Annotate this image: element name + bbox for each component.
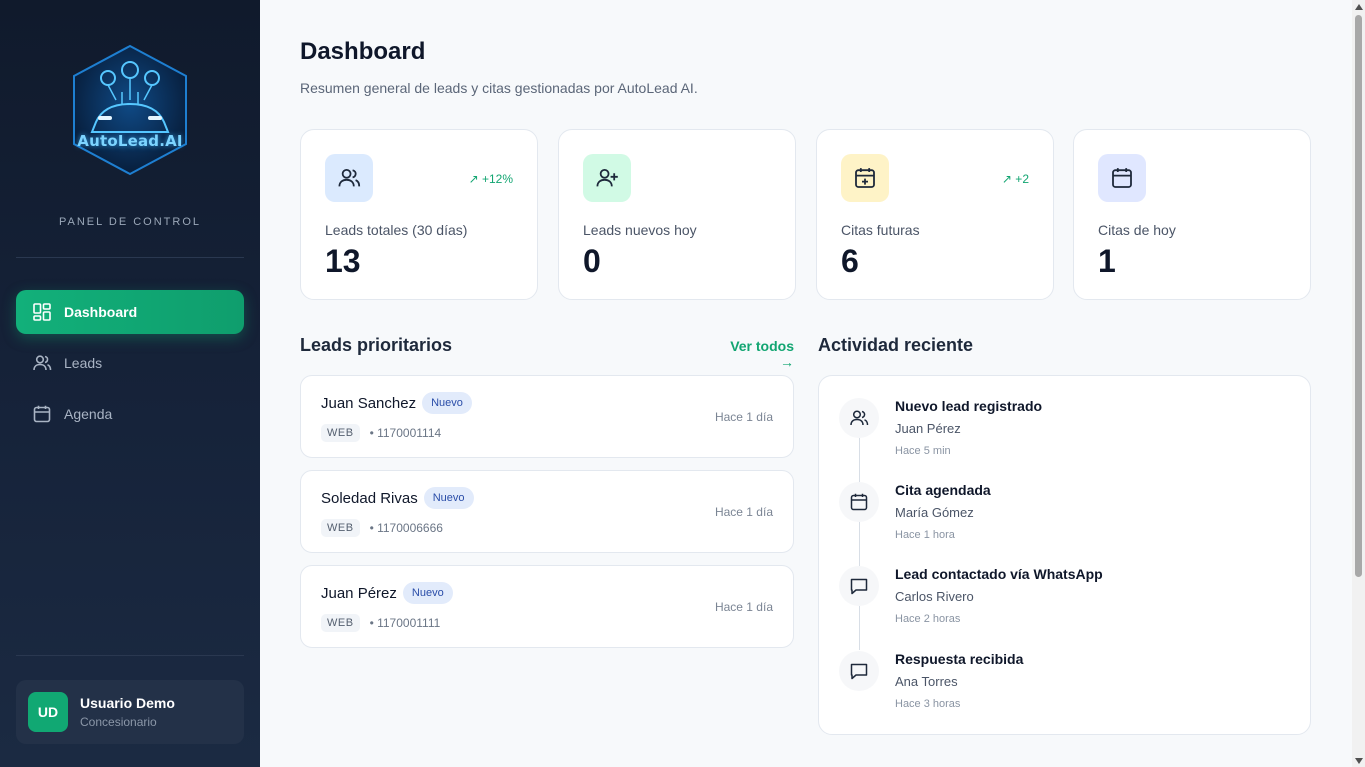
stat-value: 0 [583, 243, 601, 279]
sidebar-divider [16, 257, 244, 258]
activity-person: Juan Pérez [895, 421, 961, 436]
lead-time: Hace 1 día [714, 505, 773, 519]
activity-item: Nuevo lead registrado Juan Pérez Hace 5 … [839, 398, 1289, 468]
sidebar-item-label: Leads [64, 355, 103, 371]
source-badge: WEB [321, 424, 360, 442]
autolead-logo-icon [73, 44, 187, 176]
user-card[interactable]: UD Usuario Demo Concesionario [16, 680, 244, 744]
stat-card-future-appointments: ↗ +2 Citas futuras 6 [816, 129, 1054, 300]
lead-card[interactable]: Juan Pérez Nuevo WEB • 1170001111 Hace 1… [300, 565, 794, 648]
logo-text: AutoLead.AI [77, 132, 183, 150]
avatar: UD [28, 692, 68, 732]
stat-value: 13 [325, 243, 361, 279]
lead-name: Juan Pérez [321, 584, 397, 602]
panel-label: PANEL DE CONTROL [58, 216, 202, 228]
priority-leads-title: Leads prioritarios [300, 335, 453, 355]
main-content: Dashboard Resumen general de leads y cit… [260, 0, 1352, 767]
activity-time: Hace 3 horas [895, 698, 961, 710]
stat-card-today-appointments: Citas de hoy 1 [1073, 129, 1311, 300]
message-icon [839, 566, 879, 606]
scroll-down-arrow-icon[interactable] [1354, 756, 1363, 765]
sidebar-item-label: Agenda [64, 406, 113, 422]
scrollbar-thumb[interactable] [1355, 15, 1362, 577]
activity-person: Carlos Rivero [895, 589, 974, 604]
stat-label: Leads totales (30 días) [325, 222, 468, 238]
scroll-up-arrow-icon[interactable] [1354, 2, 1363, 11]
sidebar-item-leads[interactable]: Leads [16, 341, 244, 385]
stat-label: Leads nuevos hoy [583, 222, 697, 238]
activity-title: Cita agendada [895, 482, 991, 498]
users-icon [839, 398, 879, 438]
status-badge: Nuevo [402, 582, 453, 604]
status-badge: Nuevo [423, 487, 474, 509]
stat-card-leads-today: Leads nuevos hoy 0 [558, 129, 796, 300]
stat-label: Citas de hoy [1098, 222, 1176, 238]
sidebar-item-label: Dashboard [64, 304, 138, 320]
activity-time: Hace 2 horas [895, 613, 961, 625]
page-subtitle: Resumen general de leads y citas gestion… [300, 80, 698, 96]
lead-card[interactable]: Juan Sanchez Nuevo WEB • 1170001114 Hace… [300, 375, 794, 458]
activity-title: Nuevo lead registrado [895, 398, 1043, 414]
trend-badge: ↗ +2 [1001, 172, 1029, 186]
stat-card-leads-total: ↗ +12% Leads totales (30 días) 13 [300, 129, 538, 300]
lead-phone: • 1170001114 [369, 426, 442, 440]
user-name: Usuario Demo [80, 695, 175, 711]
recent-activity-title: Actividad reciente [818, 335, 974, 355]
activity-item: Respuesta recibida Ana Torres Hace 3 hor… [839, 651, 1289, 721]
see-all-link[interactable]: Ver todos → [716, 338, 794, 370]
lead-time: Hace 1 día [714, 600, 773, 614]
page-title: Dashboard [300, 38, 426, 65]
activity-item: Lead contactado vía WhatsApp Carlos Rive… [839, 566, 1289, 636]
calendar-icon [839, 482, 879, 522]
activity-person: Ana Torres [895, 674, 958, 689]
calendar-icon [32, 404, 52, 424]
activity-title: Respuesta recibida [895, 651, 1024, 667]
activity-time: Hace 5 min [895, 445, 951, 457]
lead-phone: • 1170006666 [369, 521, 443, 535]
user-plus-icon [583, 154, 631, 202]
stat-value: 6 [841, 243, 859, 279]
sidebar-item-dashboard[interactable]: Dashboard [16, 290, 244, 334]
stat-value: 1 [1098, 243, 1116, 279]
message-icon [839, 651, 879, 691]
autolead-logo[interactable]: AutoLead.AI [64, 42, 196, 178]
dashboard-grid-icon [32, 302, 52, 322]
activity-feed: Nuevo lead registrado Juan Pérez Hace 5 … [818, 375, 1311, 735]
user-role: Concesionario [80, 715, 157, 729]
trend-badge: ↗ +12% [468, 172, 513, 186]
users-icon [325, 154, 373, 202]
users-icon [32, 353, 52, 373]
lead-phone: • 1170001111 [369, 616, 441, 630]
sidebar-divider [16, 655, 244, 656]
activity-person: María Gómez [895, 505, 974, 520]
lead-name: Juan Sanchez [321, 394, 417, 412]
source-badge: WEB [321, 519, 360, 537]
status-badge: Nuevo [422, 392, 472, 414]
calendar-plus-icon [841, 154, 889, 202]
sidebar-item-agenda[interactable]: Agenda [16, 392, 244, 436]
calendar-icon [1098, 154, 1146, 202]
lead-card[interactable]: Soledad Rivas Nuevo WEB • 1170006666 Hac… [300, 470, 794, 553]
stat-label: Citas futuras [841, 222, 920, 238]
activity-title: Lead contactado vía WhatsApp [895, 566, 1103, 582]
activity-item: Cita agendada María Gómez Hace 1 hora [839, 482, 1289, 552]
lead-name: Soledad Rivas [321, 489, 418, 507]
source-badge: WEB [321, 614, 360, 632]
lead-time: Hace 1 día [714, 410, 773, 424]
sidebar: AutoLead.AI PANEL DE CONTROL Dashboard L… [0, 0, 260, 767]
activity-time: Hace 1 hora [895, 529, 955, 541]
